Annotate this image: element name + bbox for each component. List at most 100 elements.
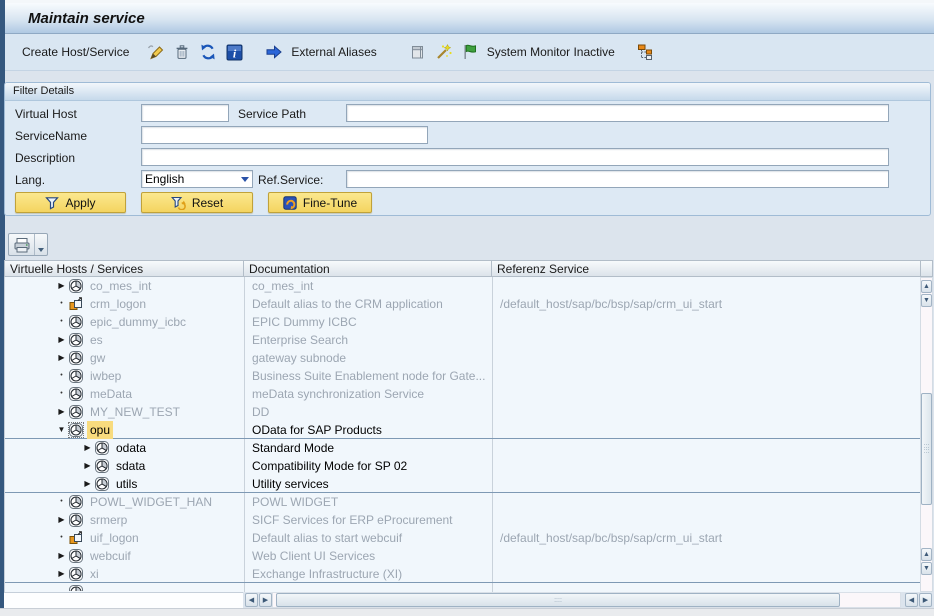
service-name[interactable]: es (87, 331, 106, 349)
table-row[interactable]: ▶ odataStandard Mode (5, 439, 920, 457)
flag-icon[interactable] (458, 41, 482, 63)
service-name[interactable]: uif_logon (87, 529, 142, 547)
service-icon (69, 315, 83, 329)
scroll-page-up-icon[interactable]: ▼ (921, 294, 932, 307)
wizard-icon[interactable] (432, 41, 456, 63)
table-row[interactable]: ▶ gwgateway subnode (5, 349, 920, 367)
service-name[interactable]: webcuif (87, 547, 134, 565)
tree-cell: ▶ es (5, 331, 244, 349)
table-row[interactable]: ▶ xiExchange Infrastructure (XI) (5, 565, 920, 583)
table-row[interactable]: ▶ co_mes_intco_mes_int (5, 277, 920, 295)
table-row[interactable]: ▶ sdataCompatibility Mode for SP 02 (5, 457, 920, 475)
system-monitor-button[interactable]: System Monitor Inactive (483, 43, 619, 61)
expand-node-icon[interactable]: ▶ (81, 457, 94, 475)
tree-cell: ▶ co_mes_int (5, 277, 244, 295)
table-row[interactable]: ▶ webcuifWeb Client UI Services (5, 547, 920, 565)
service-name[interactable]: srmerp (87, 511, 130, 529)
expand-node-icon[interactable]: ▶ (81, 439, 94, 457)
services-box-icon[interactable] (406, 41, 430, 63)
scroll-page-down-icon[interactable]: ▲ (921, 548, 932, 561)
expand-node-icon[interactable]: ▶ (55, 403, 68, 421)
column-header-hosts[interactable]: Virtuelle Hosts / Services (4, 260, 243, 277)
table-row[interactable]: ▼ opuOData for SAP Products (5, 421, 920, 439)
table-row[interactable]: • epic_dummy_icbcEPIC Dummy ICBC (5, 313, 920, 331)
service-path-input[interactable] (346, 104, 889, 122)
table-row[interactable]: ▶ srmerpSICF Services for ERP eProcureme… (5, 511, 920, 529)
table-row[interactable]: • uif_logonDefault alias to start webcui… (5, 529, 920, 547)
printer-icon[interactable] (9, 234, 35, 255)
virtual-host-input[interactable] (141, 104, 229, 122)
scroll-right-end-icon[interactable]: ▶ (919, 593, 932, 607)
service-name[interactable]: crm_logon (87, 295, 149, 313)
table-row[interactable]: ▶ esEnterprise Search (5, 331, 920, 349)
apply-button[interactable]: Apply (15, 192, 126, 213)
service-name[interactable]: utils (113, 475, 140, 493)
expand-node-icon[interactable]: ▶ (55, 565, 68, 583)
horizontal-scroll-thumb[interactable]: :::: (276, 593, 840, 607)
scroll-down-icon[interactable]: ▼ (921, 562, 932, 575)
service-name[interactable]: epic_dummy_icbc (87, 313, 189, 331)
table-row[interactable]: • iwbepBusiness Suite Enablement node fo… (5, 367, 920, 385)
table-row[interactable]: ▶ utils Utility services (5, 475, 920, 493)
leaf-bullet-icon: • (55, 529, 68, 547)
expand-node-icon[interactable]: ▶ (55, 331, 68, 349)
hierarchy-icon[interactable] (634, 41, 658, 63)
service-name[interactable]: xi (87, 565, 102, 583)
expand-node-icon[interactable]: ▶ (55, 511, 68, 529)
service-icon (95, 477, 109, 491)
service-name-input[interactable] (141, 126, 428, 144)
service-name[interactable]: opu (87, 421, 113, 439)
create-host-service-button[interactable]: Create Host/Service (18, 43, 133, 61)
service-name[interactable]: sdata (113, 457, 148, 475)
service-icon (69, 423, 83, 437)
table-row[interactable]: • POWL_WIDGET_HANPOWL WIDGET (5, 493, 920, 511)
vertical-scroll-thumb[interactable]: :::::: (921, 393, 932, 505)
print-button[interactable] (8, 233, 48, 256)
edit-icon[interactable] (144, 41, 168, 63)
filter-details-group: Filter Details Virtual Host Service Path… (4, 82, 931, 216)
fine-tune-button[interactable]: Fine-Tune (268, 192, 372, 213)
collapse-node-icon[interactable]: ▼ (55, 421, 68, 439)
service-name[interactable]: MY_NEW_TEST (87, 403, 183, 421)
refresh-icon[interactable] (196, 41, 220, 63)
service-name[interactable]: gw (87, 349, 108, 367)
column-header-documentation[interactable]: Documentation (243, 260, 491, 277)
documentation-cell: Enterprise Search (248, 331, 492, 349)
delete-icon[interactable] (170, 41, 194, 63)
service-icon (69, 351, 83, 365)
dropdown-arrow-icon[interactable] (238, 171, 252, 187)
ref-service-input[interactable] (346, 170, 889, 188)
service-name[interactable]: iwbep (87, 367, 124, 385)
service-name[interactable]: co_mes_int (87, 277, 154, 295)
arrow-right-icon[interactable] (262, 41, 286, 63)
table-row[interactable]: • crm_logonDefault alias to the CRM appl… (5, 295, 920, 313)
referenz-service-cell (496, 367, 916, 385)
table-row[interactable]: • meDatameData synchronization Service (5, 385, 920, 403)
scroll-right-icon[interactable]: ▶ (259, 593, 272, 607)
expand-node-icon[interactable]: ▶ (81, 475, 94, 493)
service-name[interactable]: POWL_WIDGET_HAN (87, 493, 215, 511)
description-input[interactable] (141, 148, 889, 166)
expand-node-icon[interactable]: ▶ (55, 547, 68, 565)
scroll-up-icon[interactable]: ▲ (921, 280, 932, 293)
table-row[interactable] (5, 583, 920, 591)
documentation-cell: DD (248, 403, 492, 421)
expand-node-icon[interactable]: ▶ (55, 277, 68, 295)
alias-icon (69, 531, 83, 545)
service-name[interactable]: meData (87, 385, 135, 403)
language-select[interactable]: English (141, 170, 253, 188)
scroll-left-end-icon[interactable]: ◀ (905, 593, 918, 607)
documentation-cell: Utility services (248, 475, 492, 493)
reset-button[interactable]: Reset (141, 192, 253, 213)
service-icon (69, 585, 83, 591)
scroll-left-icon[interactable]: ◀ (245, 593, 258, 607)
column-header-ref-service[interactable]: Referenz Service (491, 260, 920, 277)
external-aliases-button[interactable]: External Aliases (287, 43, 380, 61)
expand-node-icon[interactable]: ▶ (55, 349, 68, 367)
horizontal-scrollbar: ◀ ▶ :::: ◀ ▶ (4, 592, 933, 608)
tree-cell: ▶ gw (5, 349, 244, 367)
service-name[interactable]: odata (113, 439, 149, 457)
table-row[interactable]: ▶ MY_NEW_TEST DD (5, 403, 920, 421)
info-icon[interactable]: i (222, 41, 246, 63)
print-dropdown-arrow-icon[interactable] (35, 234, 47, 255)
